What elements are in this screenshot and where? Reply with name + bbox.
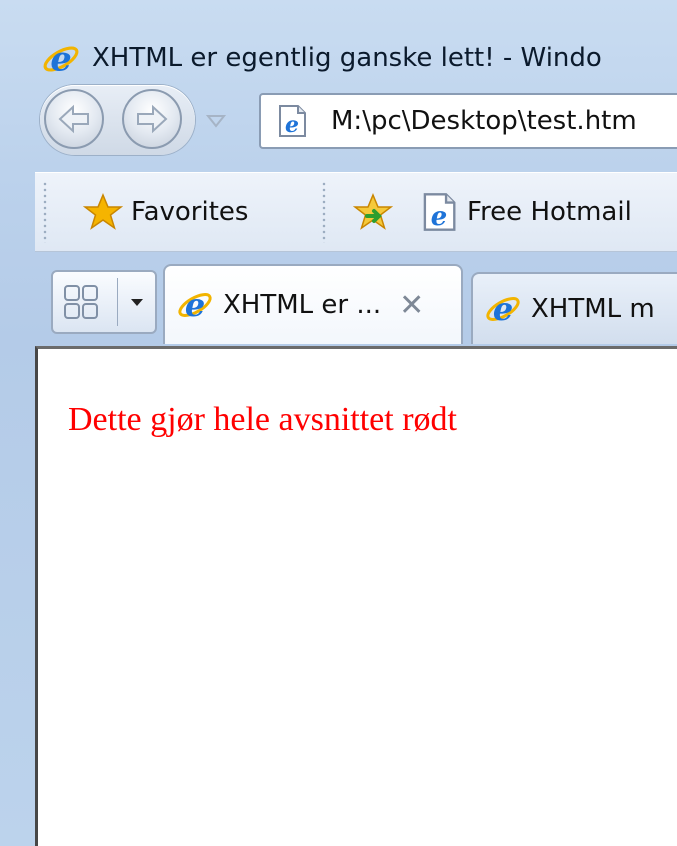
page-icon: e <box>279 105 306 138</box>
address-bar[interactable]: e M:\pc\Desktop\test.htm <box>259 93 677 149</box>
window-title: XHTML er egentlig ganske lett! - Windo <box>92 43 602 73</box>
navigation-bar: e M:\pc\Desktop\test.htm <box>0 85 677 165</box>
svg-text:e: e <box>285 112 299 138</box>
forward-arrow-icon <box>137 104 168 134</box>
page-icon: e <box>423 193 456 232</box>
back-arrow-icon <box>58 104 89 134</box>
tab-list-dropdown-icon[interactable] <box>129 296 145 308</box>
favorites-button[interactable]: Favorites <box>83 173 248 251</box>
add-to-favorites-bar-button[interactable] <box>353 173 401 251</box>
internet-explorer-icon: e <box>486 290 520 328</box>
tab-label: XHTML er ... <box>223 290 382 320</box>
red-paragraph: Dette gjør hele avsnittet rødt <box>68 401 457 438</box>
svg-text:e: e <box>50 39 71 79</box>
address-input[interactable]: M:\pc\Desktop\test.htm <box>331 95 637 147</box>
tab-inactive[interactable]: e XHTML m <box>471 272 677 344</box>
tab-bar: e XHTML er ... ✕ e XHTML m <box>35 258 677 348</box>
tab-active[interactable]: e XHTML er ... ✕ <box>163 264 463 344</box>
nav-buttons-group <box>40 85 195 155</box>
title-bar: e XHTML er egentlig ganske lett! - Windo <box>0 18 677 79</box>
page-content: Dette gjør hele avsnittet rødt <box>35 346 677 846</box>
svg-text:e: e <box>185 286 205 324</box>
tab-label: XHTML m <box>531 294 655 324</box>
divider <box>117 278 118 326</box>
internet-explorer-icon: e <box>43 39 79 79</box>
favorites-star-icon <box>83 193 123 230</box>
favorites-link-label: Free Hotmail <box>467 197 632 227</box>
recent-pages-dropdown-icon[interactable] <box>205 113 227 129</box>
browser-window: e XHTML er egentlig ganske lett! - Windo <box>0 0 677 846</box>
add-to-favorites-icon <box>353 193 393 230</box>
favorites-link-free-hotmail[interactable]: e Free Hotmail <box>419 173 632 251</box>
internet-explorer-icon: e <box>178 286 212 324</box>
svg-text:e: e <box>431 202 447 232</box>
toolbar-grip[interactable] <box>43 181 47 243</box>
quick-tabs-button[interactable] <box>51 270 157 334</box>
toolbar-grip[interactable] <box>322 181 326 243</box>
favorites-label: Favorites <box>131 197 249 227</box>
close-tab-icon[interactable]: ✕ <box>399 288 424 323</box>
favorites-bar: Favorites e Free Hotmail <box>35 172 677 252</box>
quick-tabs-icon <box>64 285 98 319</box>
back-button[interactable] <box>44 89 104 149</box>
svg-text:e: e <box>493 290 513 328</box>
forward-button[interactable] <box>122 89 182 149</box>
